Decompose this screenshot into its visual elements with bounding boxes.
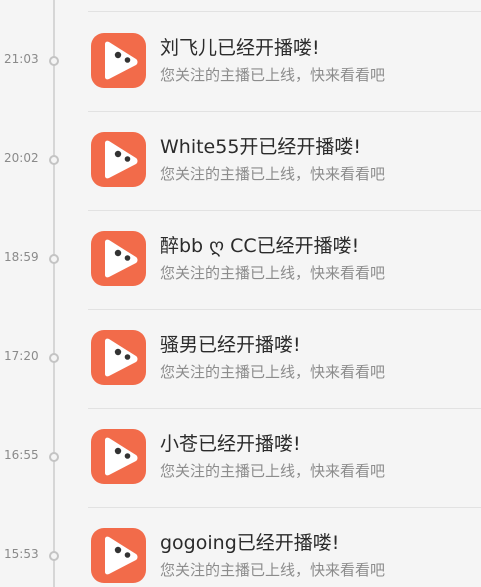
notification-item[interactable]: 16:55 小苍已经开播喽! 您关注的主播已上线，快来看看吧 (0, 408, 481, 508)
notification-title: 小苍已经开播喽! (160, 433, 301, 455)
timeline-dot (49, 254, 59, 264)
notification-title: White55开已经开播喽! (160, 136, 362, 158)
notification-time: 21:03 (4, 52, 39, 66)
video-player-icon[interactable] (91, 132, 146, 187)
timeline-dot (49, 353, 59, 363)
video-player-icon[interactable] (91, 33, 146, 88)
video-player-icon[interactable] (91, 429, 146, 484)
notification-title: gogoing已经开播喽! (160, 532, 340, 554)
notification-message: 您关注的主播已上线，快来看看吧 (160, 165, 386, 183)
notification-time: 20:02 (4, 151, 39, 165)
notification-title: 骚男已经开播喽! (160, 334, 301, 356)
notification-item[interactable]: 21:03 刘飞儿已经开播喽! 您关注的主播已上线，快来看看吧 (0, 12, 481, 112)
notification-message: 您关注的主播已上线，快来看看吧 (160, 66, 386, 84)
video-player-icon[interactable] (91, 528, 146, 583)
video-player-icon[interactable] (91, 330, 146, 385)
notification-title: 醉bb ღ CC已经开播喽! (160, 235, 360, 257)
notification-item[interactable]: 18:59 醉bb ღ CC已经开播喽! 您关注的主播已上线，快来看看吧 (0, 210, 481, 310)
notification-item[interactable]: 20:02 White55开已经开播喽! 您关注的主播已上线，快来看看吧 (0, 111, 481, 211)
notification-message: 您关注的主播已上线，快来看看吧 (160, 363, 386, 381)
notification-message: 您关注的主播已上线，快来看看吧 (160, 561, 386, 579)
notification-time: 18:59 (4, 250, 39, 264)
video-player-icon[interactable] (91, 231, 146, 286)
notification-time: 15:53 (4, 547, 39, 561)
notification-message: 您关注的主播已上线，快来看看吧 (160, 264, 386, 282)
notification-time: 16:55 (4, 448, 39, 462)
notification-timeline: 21:03 刘飞儿已经开播喽! 您关注的主播已上线，快来看看吧 20:02 Wh… (0, 0, 481, 587)
notification-message: 您关注的主播已上线，快来看看吧 (160, 462, 386, 480)
timeline-dot (49, 155, 59, 165)
notification-item[interactable]: 15:53 gogoing已经开播喽! 您关注的主播已上线，快来看看吧 (0, 507, 481, 587)
timeline-dot (49, 56, 59, 66)
notification-title: 刘飞儿已经开播喽! (160, 37, 320, 59)
timeline-dot (49, 551, 59, 561)
notification-time: 17:20 (4, 349, 39, 363)
notification-item[interactable]: 17:20 骚男已经开播喽! 您关注的主播已上线，快来看看吧 (0, 309, 481, 409)
timeline-dot (49, 452, 59, 462)
